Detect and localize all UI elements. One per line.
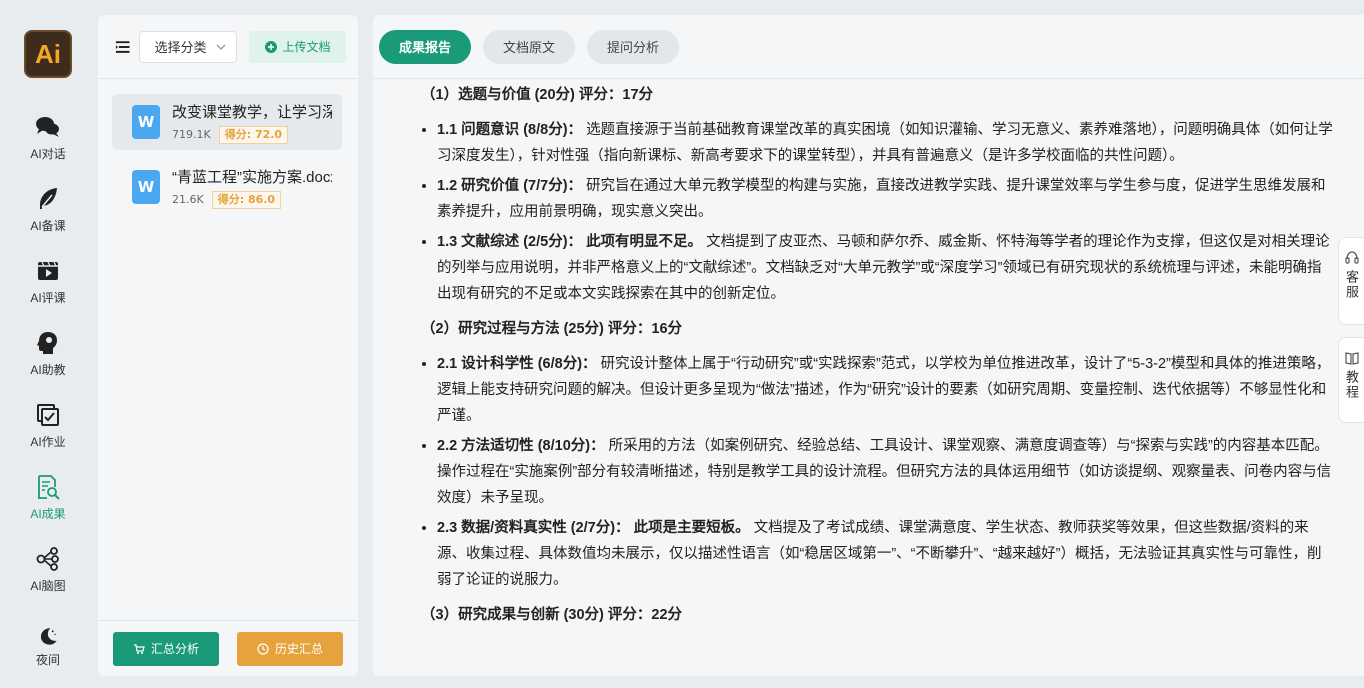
rail-item-label: AI对话 (30, 147, 66, 161)
rail-item-ai-achievement[interactable]: AI成果 (0, 473, 96, 533)
section-title: （3）研究成果与创新 (30分) 评分：22分 (421, 607, 683, 623)
menu-icon[interactable] (114, 38, 131, 56)
file-size: 719.1K (172, 128, 211, 141)
chevron-down-icon (216, 44, 226, 50)
tutorial-tab[interactable]: 教程 (1338, 337, 1364, 423)
criterion-heading: 2.3 数据/资料真实性 (2/7分)： (437, 520, 630, 536)
criterion-item: 1.2 研究价值 (7/7分)： 研究旨在通过大单元教学模型的构建与实施，直接改… (437, 173, 1333, 225)
file-panel-toolbar: 选择分类 上传文档 (98, 15, 358, 79)
word-doc-icon: W (132, 105, 160, 139)
criterion-emphasis: 此项有明显不足。 (586, 234, 703, 250)
rail-item-label: AI助教 (30, 363, 66, 377)
word-doc-icon: W (132, 170, 160, 204)
score-badge: 得分: 72.0 (218, 125, 289, 144)
file-name: “青蓝工程”实施方案.docx (172, 168, 332, 186)
rail-item-label: AI备课 (30, 219, 66, 233)
category-select-value: 选择分类 (154, 40, 207, 55)
upload-document-button[interactable]: 上传文档 (249, 30, 346, 63)
customer-service-label: 客服 (1344, 270, 1359, 300)
summary-label: 汇总分析 (150, 642, 199, 656)
main-panel: 成果报告 文档原文 提问分析 （1）选题与价值 (20分) 评分：17分 1.1… (373, 15, 1364, 676)
rail-item-label: AI成果 (30, 507, 66, 521)
criteria-list: 1.1 问题意识 (8/8分)： 选题直接源于当前基础教育课堂改革的真实困境（如… (421, 117, 1333, 307)
rail-item-ai-lesson-prep[interactable]: AI备课 (0, 185, 96, 245)
section-title: （1）选题与价值 (20分) 评分：17分 (421, 87, 654, 103)
category-select[interactable]: 选择分类 (139, 30, 238, 63)
history-summary-button[interactable]: 历史汇总 (237, 631, 343, 666)
file-item[interactable]: W “青蓝工程”实施方案.docx 21.6K 得分: 86.0 (112, 159, 342, 215)
summary-analysis-button[interactable]: 汇总分析 (113, 631, 219, 666)
file-item[interactable]: W 改变课堂教学，让学习深度发生 719.1K 得分: 72.0 (112, 94, 342, 150)
report-content[interactable]: （1）选题与价值 (20分) 评分：17分 1.1 问题意识 (8/8分)： 选… (373, 79, 1333, 676)
rail-item-ai-assistant[interactable]: AI助教 (0, 329, 96, 389)
rail-item-ai-lesson-review[interactable]: AI评课 (0, 257, 96, 317)
criterion-heading: 1.2 研究价值 (7/7分)： (437, 178, 583, 194)
chat-icon (36, 117, 59, 137)
rail-item-ai-mindmap[interactable]: AI脑图 (0, 545, 96, 605)
headset-icon (1344, 251, 1359, 264)
app-logo[interactable]: Ai (24, 30, 72, 78)
criterion-heading: 1.3 文献综述 (2/5分)： (437, 234, 583, 250)
feather-icon (40, 188, 57, 209)
tab-original-document[interactable]: 文档原文 (483, 29, 576, 64)
tab-bar: 成果报告 文档原文 提问分析 (373, 15, 1364, 79)
customer-service-tab[interactable]: 客服 (1338, 237, 1364, 325)
upload-label: 上传文档 (282, 40, 331, 54)
moon-icon (40, 628, 57, 645)
tab-question-analysis[interactable]: 提问分析 (587, 29, 680, 64)
criterion-item: 1.1 问题意识 (8/8分)： 选题直接源于当前基础教育课堂改革的真实困境（如… (437, 117, 1333, 169)
report-search-icon (38, 475, 60, 500)
criterion-item: 2.3 数据/资料真实性 (2/7分)： 此项是主要短板。 文档提及了考试成绩、… (437, 515, 1333, 593)
rail-item-ai-chat[interactable]: AI对话 (0, 113, 96, 173)
history-label: 历史汇总 (274, 642, 323, 656)
tutorial-label: 教程 (1344, 370, 1359, 400)
rail-item-ai-homework[interactable]: AI作业 (0, 401, 96, 461)
rail-item-label: AI作业 (30, 435, 66, 449)
book-icon (1344, 352, 1359, 365)
rail-item-night-mode[interactable]: 夜间 (0, 625, 96, 685)
rail-item-label: AI评课 (30, 291, 66, 305)
criterion-emphasis: 此项是主要短板。 (633, 520, 750, 536)
criterion-heading: 2.1 设计科学性 (6/8分)： (437, 356, 597, 372)
homework-icon (37, 404, 59, 426)
criterion-item: 1.3 文献综述 (2/5分)： 此项有明显不足。 文档提到了皮亚杰、马顿和萨尔… (437, 229, 1333, 307)
file-size: 21.6K (172, 193, 204, 206)
criterion-heading: 1.1 问题意识 (8/8分)： (437, 122, 583, 138)
plus-circle-icon (264, 40, 277, 53)
criteria-list: 2.1 设计科学性 (6/8分)： 研究设计整体上属于“行动研究”或“实践探索”… (421, 351, 1333, 593)
rail-item-label: 夜间 (35, 653, 60, 667)
criterion-item: 2.1 设计科学性 (6/8分)： 研究设计整体上属于“行动研究”或“实践探索”… (437, 351, 1333, 429)
tab-report[interactable]: 成果报告 (379, 29, 472, 64)
cart-icon (133, 643, 145, 654)
rail-item-label: AI脑图 (30, 579, 66, 593)
file-name: 改变课堂教学，让学习深度发生 (172, 103, 332, 121)
file-panel: 选择分类 上传文档 W 改变课堂教学，让学习深度发生 719.1K 得分: 72… (98, 15, 358, 676)
section-title: （2）研究过程与方法 (25分) 评分：16分 (421, 321, 683, 337)
mindmap-icon (36, 547, 59, 571)
criterion-item: 2.2 方法适切性 (8/10分)： 所采用的方法（如案例研究、经验总结、工具设… (437, 433, 1333, 511)
score-badge: 得分: 86.0 (211, 190, 282, 209)
clock-icon (257, 642, 269, 655)
left-rail: Ai AI对话 AI备课 AI评课 AI助教 AI作业 AI成果 AI脑图 夜间 (0, 0, 96, 688)
video-icon (38, 261, 58, 280)
criterion-heading: 2.2 方法适切性 (8/10分)： (437, 438, 605, 454)
head-icon (37, 332, 57, 354)
file-panel-footer: 汇总分析 历史汇总 (98, 620, 358, 676)
